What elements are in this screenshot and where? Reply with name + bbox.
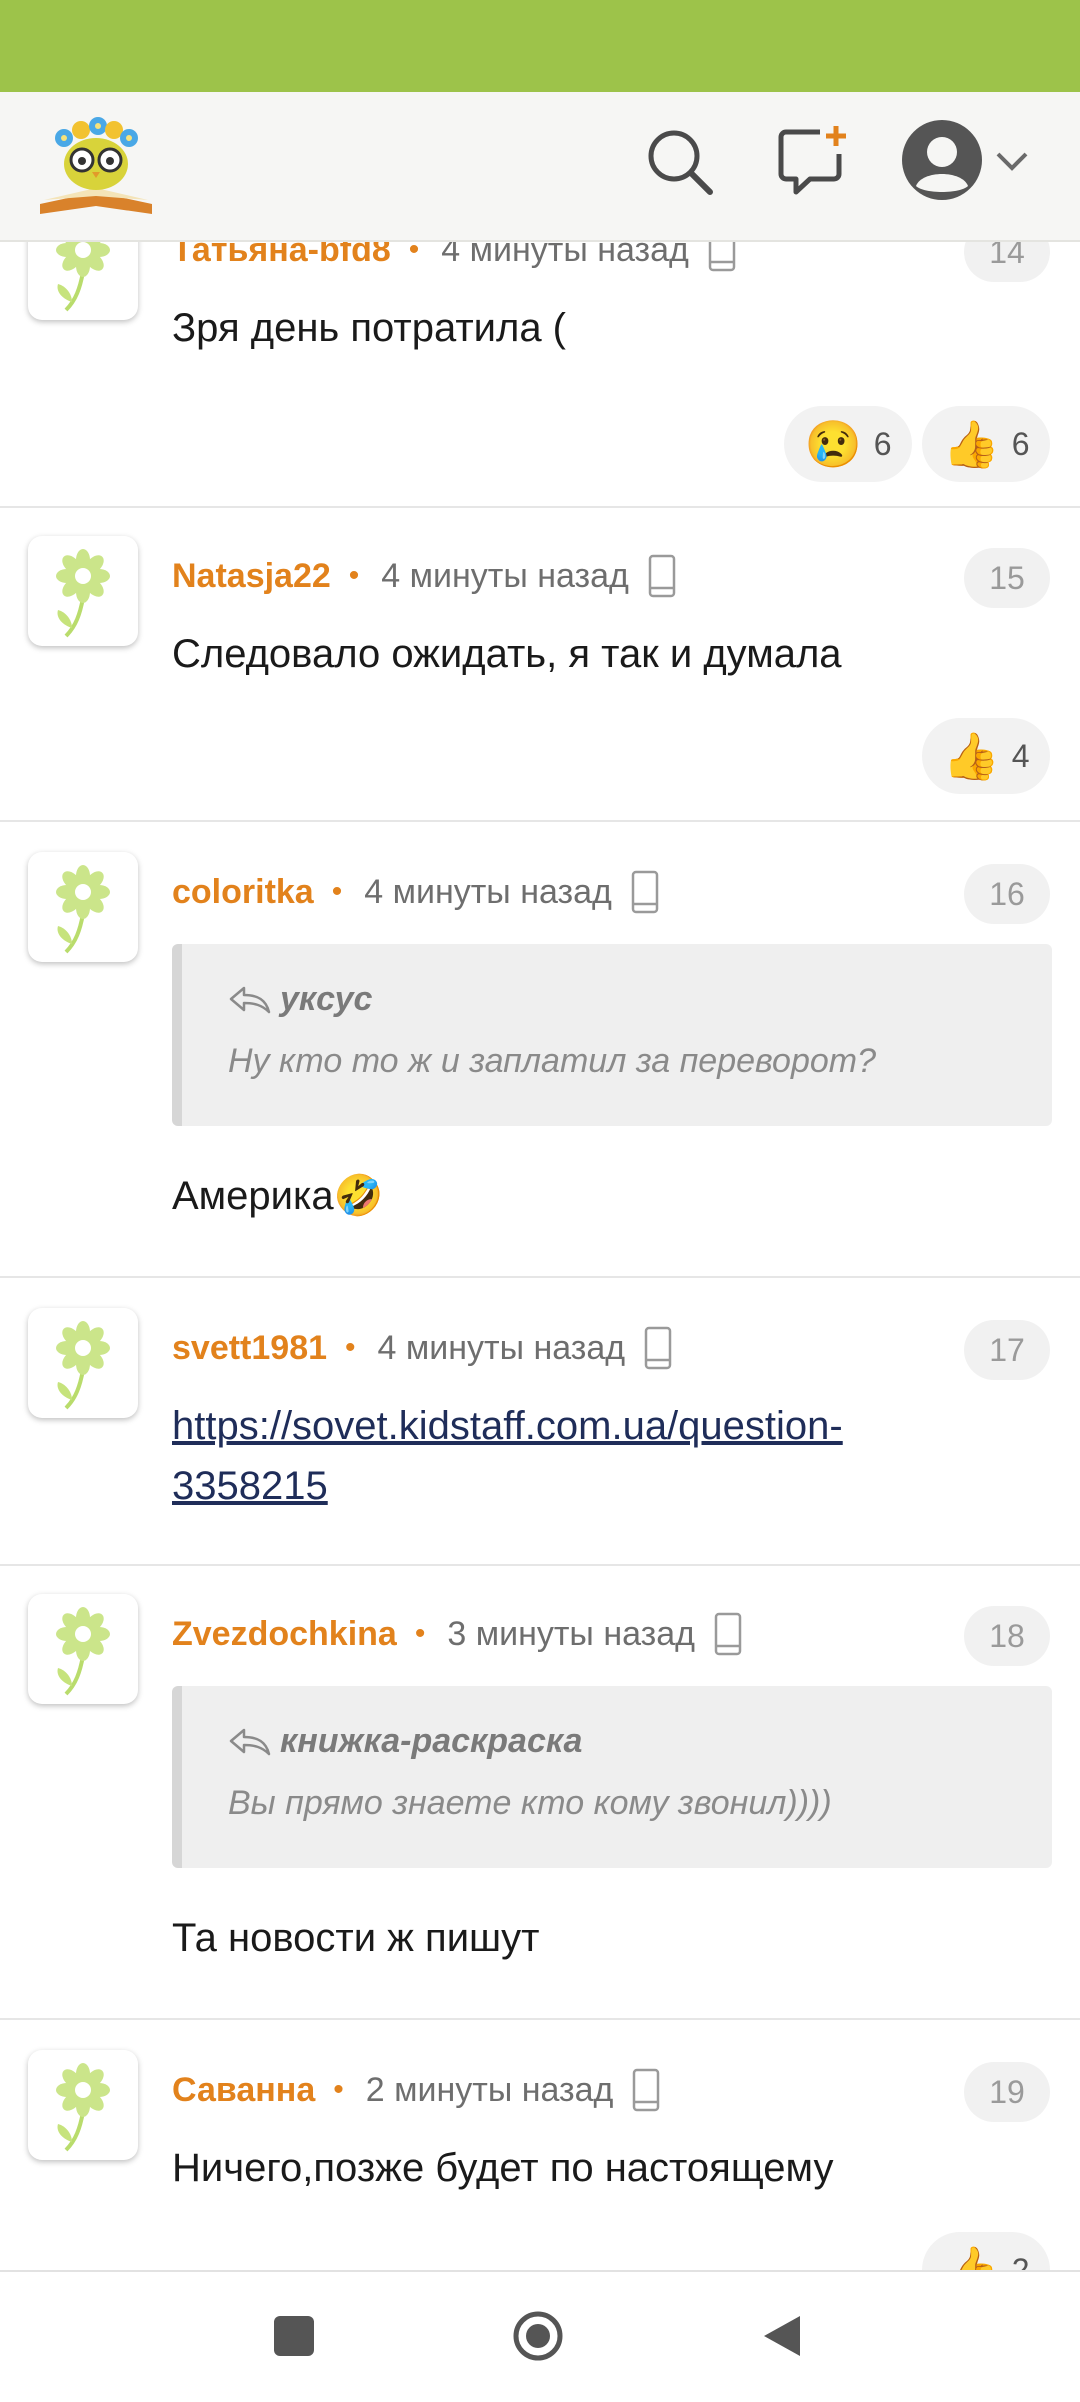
comment-text: Зря день потратила ( bbox=[172, 306, 567, 350]
quote-author: уксус bbox=[228, 980, 372, 1019]
timestamp: 4 минуты назад bbox=[381, 556, 629, 595]
comment-meta: Zvezdochkina • 3 минуты назад bbox=[172, 1610, 743, 1658]
reaction-count: 4 bbox=[1011, 737, 1030, 774]
thumbs-up-icon: 👍 bbox=[942, 2244, 1000, 2270]
author-name[interactable]: Саванна bbox=[172, 2071, 315, 2110]
comment-number[interactable]: 17 bbox=[964, 1320, 1050, 1380]
avatar[interactable] bbox=[28, 1594, 138, 1704]
author-name[interactable]: Татьяна-bfd8 bbox=[172, 240, 391, 270]
kidstaff-owl-logo[interactable] bbox=[34, 108, 158, 220]
mobile-device-icon bbox=[630, 870, 660, 914]
link-line-1[interactable]: https://sovet.kidstaff.com.ua/question- bbox=[172, 1404, 843, 1448]
comment-item: Татьяна-bfd8 • 4 минуты назад 14 Зря ден… bbox=[0, 240, 1080, 508]
timestamp: 2 минуты назад bbox=[365, 2070, 614, 2109]
recents-square-icon[interactable] bbox=[274, 2316, 314, 2356]
comment-meta: Татьяна-bfd8 • 4 минуты назад bbox=[172, 240, 737, 274]
avatar[interactable] bbox=[28, 1308, 138, 1418]
new-message-icon[interactable] bbox=[772, 122, 852, 202]
comment-text: Ничего,позже будет по настоящему bbox=[172, 2146, 834, 2190]
reaction-cry[interactable]: 😢 6 bbox=[784, 406, 912, 482]
reaction-like[interactable]: 👍 6 bbox=[922, 406, 1050, 482]
comment-link[interactable]: https://sovet.kidstaff.com.ua/question- … bbox=[172, 1396, 1032, 1516]
reaction-count: 6 bbox=[1011, 425, 1030, 462]
author-name[interactable]: coloritka bbox=[172, 873, 314, 912]
author-name[interactable]: svett1981 bbox=[172, 1329, 327, 1368]
back-triangle-icon[interactable] bbox=[760, 2312, 804, 2360]
reply-arrow-icon bbox=[228, 1727, 272, 1757]
timestamp: 4 минуты назад bbox=[441, 240, 689, 269]
comment-number[interactable]: 18 bbox=[964, 1606, 1050, 1666]
mobile-device-icon bbox=[647, 554, 677, 598]
mobile-device-icon bbox=[707, 240, 737, 272]
comment-meta: svett1981 • 4 минуты назад bbox=[172, 1324, 673, 1372]
comment-number[interactable]: 14 bbox=[964, 240, 1050, 282]
app-header bbox=[0, 92, 1080, 242]
quote-author: книжка-раскраска bbox=[228, 1722, 582, 1761]
separator-dot: • bbox=[345, 1331, 356, 1364]
separator-dot: • bbox=[333, 2073, 344, 2106]
comment-number[interactable]: 15 bbox=[964, 548, 1050, 608]
comment-feed: Татьяна-bfd8 • 4 минуты назад 14 Зря ден… bbox=[0, 240, 1080, 2270]
comment-item: Natasja22 • 4 минуты назад 15 Следовало … bbox=[0, 506, 1080, 822]
crying-face-icon: 😢 bbox=[804, 418, 862, 470]
reaction-count: 2 bbox=[1011, 2251, 1030, 2271]
avatar[interactable] bbox=[28, 240, 138, 320]
comment-meta: Саванна • 2 минуты назад bbox=[172, 2066, 661, 2114]
mobile-device-icon bbox=[713, 1612, 743, 1656]
separator-dot: • bbox=[348, 559, 360, 592]
comment-text: Следовало ожидать, я так и думала bbox=[172, 632, 842, 676]
comment-item: Zvezdochkina • 3 минуты назад 18 книжка-… bbox=[0, 1566, 1080, 2020]
avatar[interactable] bbox=[28, 536, 138, 646]
chevron-down-icon[interactable] bbox=[994, 146, 1030, 176]
quoted-comment[interactable]: уксус Ну кто то ж и заплатил за переворо… bbox=[172, 944, 1052, 1126]
separator-dot: • bbox=[331, 875, 343, 908]
comment-meta: Natasja22 • 4 минуты назад bbox=[172, 552, 677, 600]
home-circle-icon[interactable] bbox=[512, 2310, 564, 2362]
separator-dot: • bbox=[414, 1617, 426, 1650]
author-name[interactable]: Natasja22 bbox=[172, 557, 331, 596]
status-bar bbox=[0, 0, 1080, 92]
thumbs-up-icon: 👍 bbox=[942, 730, 1000, 782]
timestamp: 3 минуты назад bbox=[447, 1614, 695, 1653]
comment-item: svett1981 • 4 минуты назад 17 https://so… bbox=[0, 1278, 1080, 1566]
comment-text: Америка🤣 bbox=[172, 1174, 384, 1218]
reaction-like[interactable]: 👍 4 bbox=[922, 718, 1050, 794]
thumbs-up-icon: 👍 bbox=[942, 418, 1000, 470]
reaction-like[interactable]: 👍 2 bbox=[922, 2232, 1050, 2270]
comment-meta: coloritka • 4 минуты назад bbox=[172, 868, 660, 916]
timestamp: 4 минуты назад bbox=[364, 872, 612, 911]
comment-number[interactable]: 19 bbox=[964, 2062, 1050, 2122]
quote-author-name: уксус bbox=[280, 980, 373, 1018]
quote-text: Вы прямо знаете кто кому звонил)))) bbox=[228, 1784, 832, 1822]
mobile-device-icon bbox=[631, 2068, 661, 2112]
reaction-count: 6 bbox=[873, 425, 892, 462]
separator-dot: • bbox=[408, 240, 420, 266]
comment-text: Та новости ж пишут bbox=[172, 1916, 540, 1960]
quote-text: Ну кто то ж и заплатил за переворот? bbox=[228, 1042, 876, 1080]
search-icon[interactable] bbox=[640, 122, 720, 202]
quoted-comment[interactable]: книжка-раскраска Вы прямо знаете кто ком… bbox=[172, 1686, 1052, 1868]
avatar[interactable] bbox=[28, 2050, 138, 2160]
timestamp: 4 минуты назад bbox=[377, 1328, 626, 1367]
system-nav-bar bbox=[0, 2270, 1080, 2402]
link-line-2[interactable]: 3358215 bbox=[172, 1464, 328, 1508]
comment-item: Саванна • 2 минуты назад 19 Ничего,позже… bbox=[0, 2020, 1080, 2270]
mobile-device-icon bbox=[643, 1326, 673, 1370]
comment-number[interactable]: 16 bbox=[964, 864, 1050, 924]
reply-arrow-icon bbox=[228, 985, 272, 1015]
avatar-icon[interactable] bbox=[900, 118, 984, 202]
quote-author-name: книжка-раскраска bbox=[280, 1722, 583, 1760]
comment-item: coloritka • 4 минуты назад 16 уксус Ну к… bbox=[0, 822, 1080, 1278]
avatar[interactable] bbox=[28, 852, 138, 962]
author-name[interactable]: Zvezdochkina bbox=[172, 1615, 397, 1654]
